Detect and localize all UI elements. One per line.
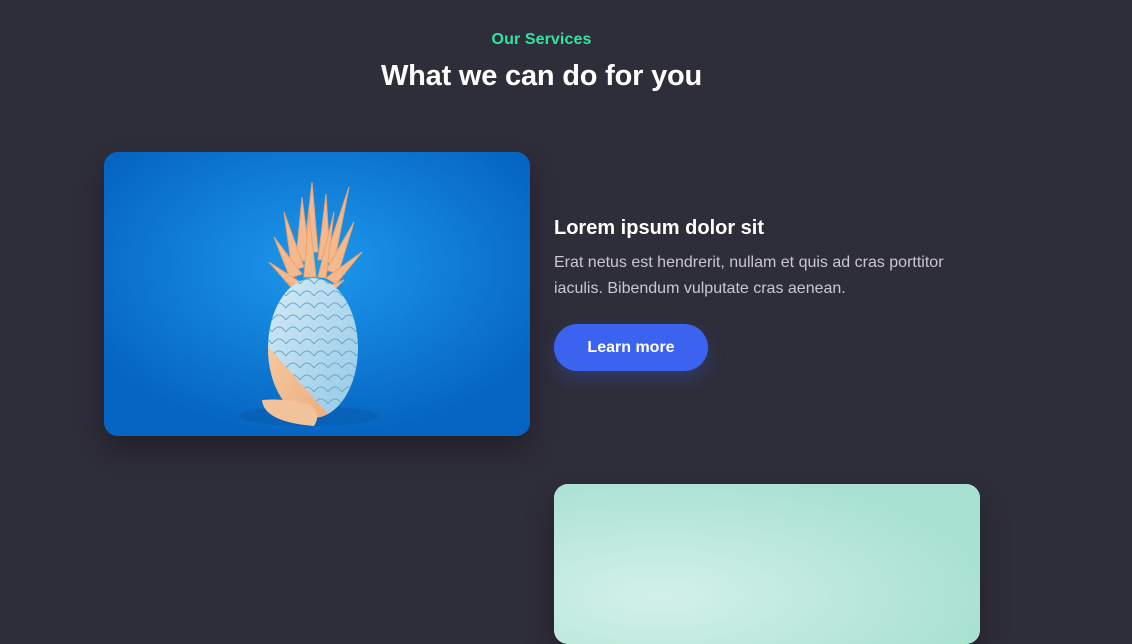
pineapple-image [104, 152, 530, 436]
feature-description: Erat netus est hendrerit, nullam et quis… [554, 254, 944, 297]
mint-image [554, 484, 980, 644]
pineapple-illustration [104, 152, 530, 436]
mint-texture [554, 484, 980, 644]
feature-title: Lorem ipsum dolor sit [554, 217, 765, 239]
section-eyebrow: Our Services [491, 31, 592, 48]
section-title: What we can do for you [380, 60, 703, 92]
learn-more-button[interactable]: Learn more [554, 324, 708, 371]
